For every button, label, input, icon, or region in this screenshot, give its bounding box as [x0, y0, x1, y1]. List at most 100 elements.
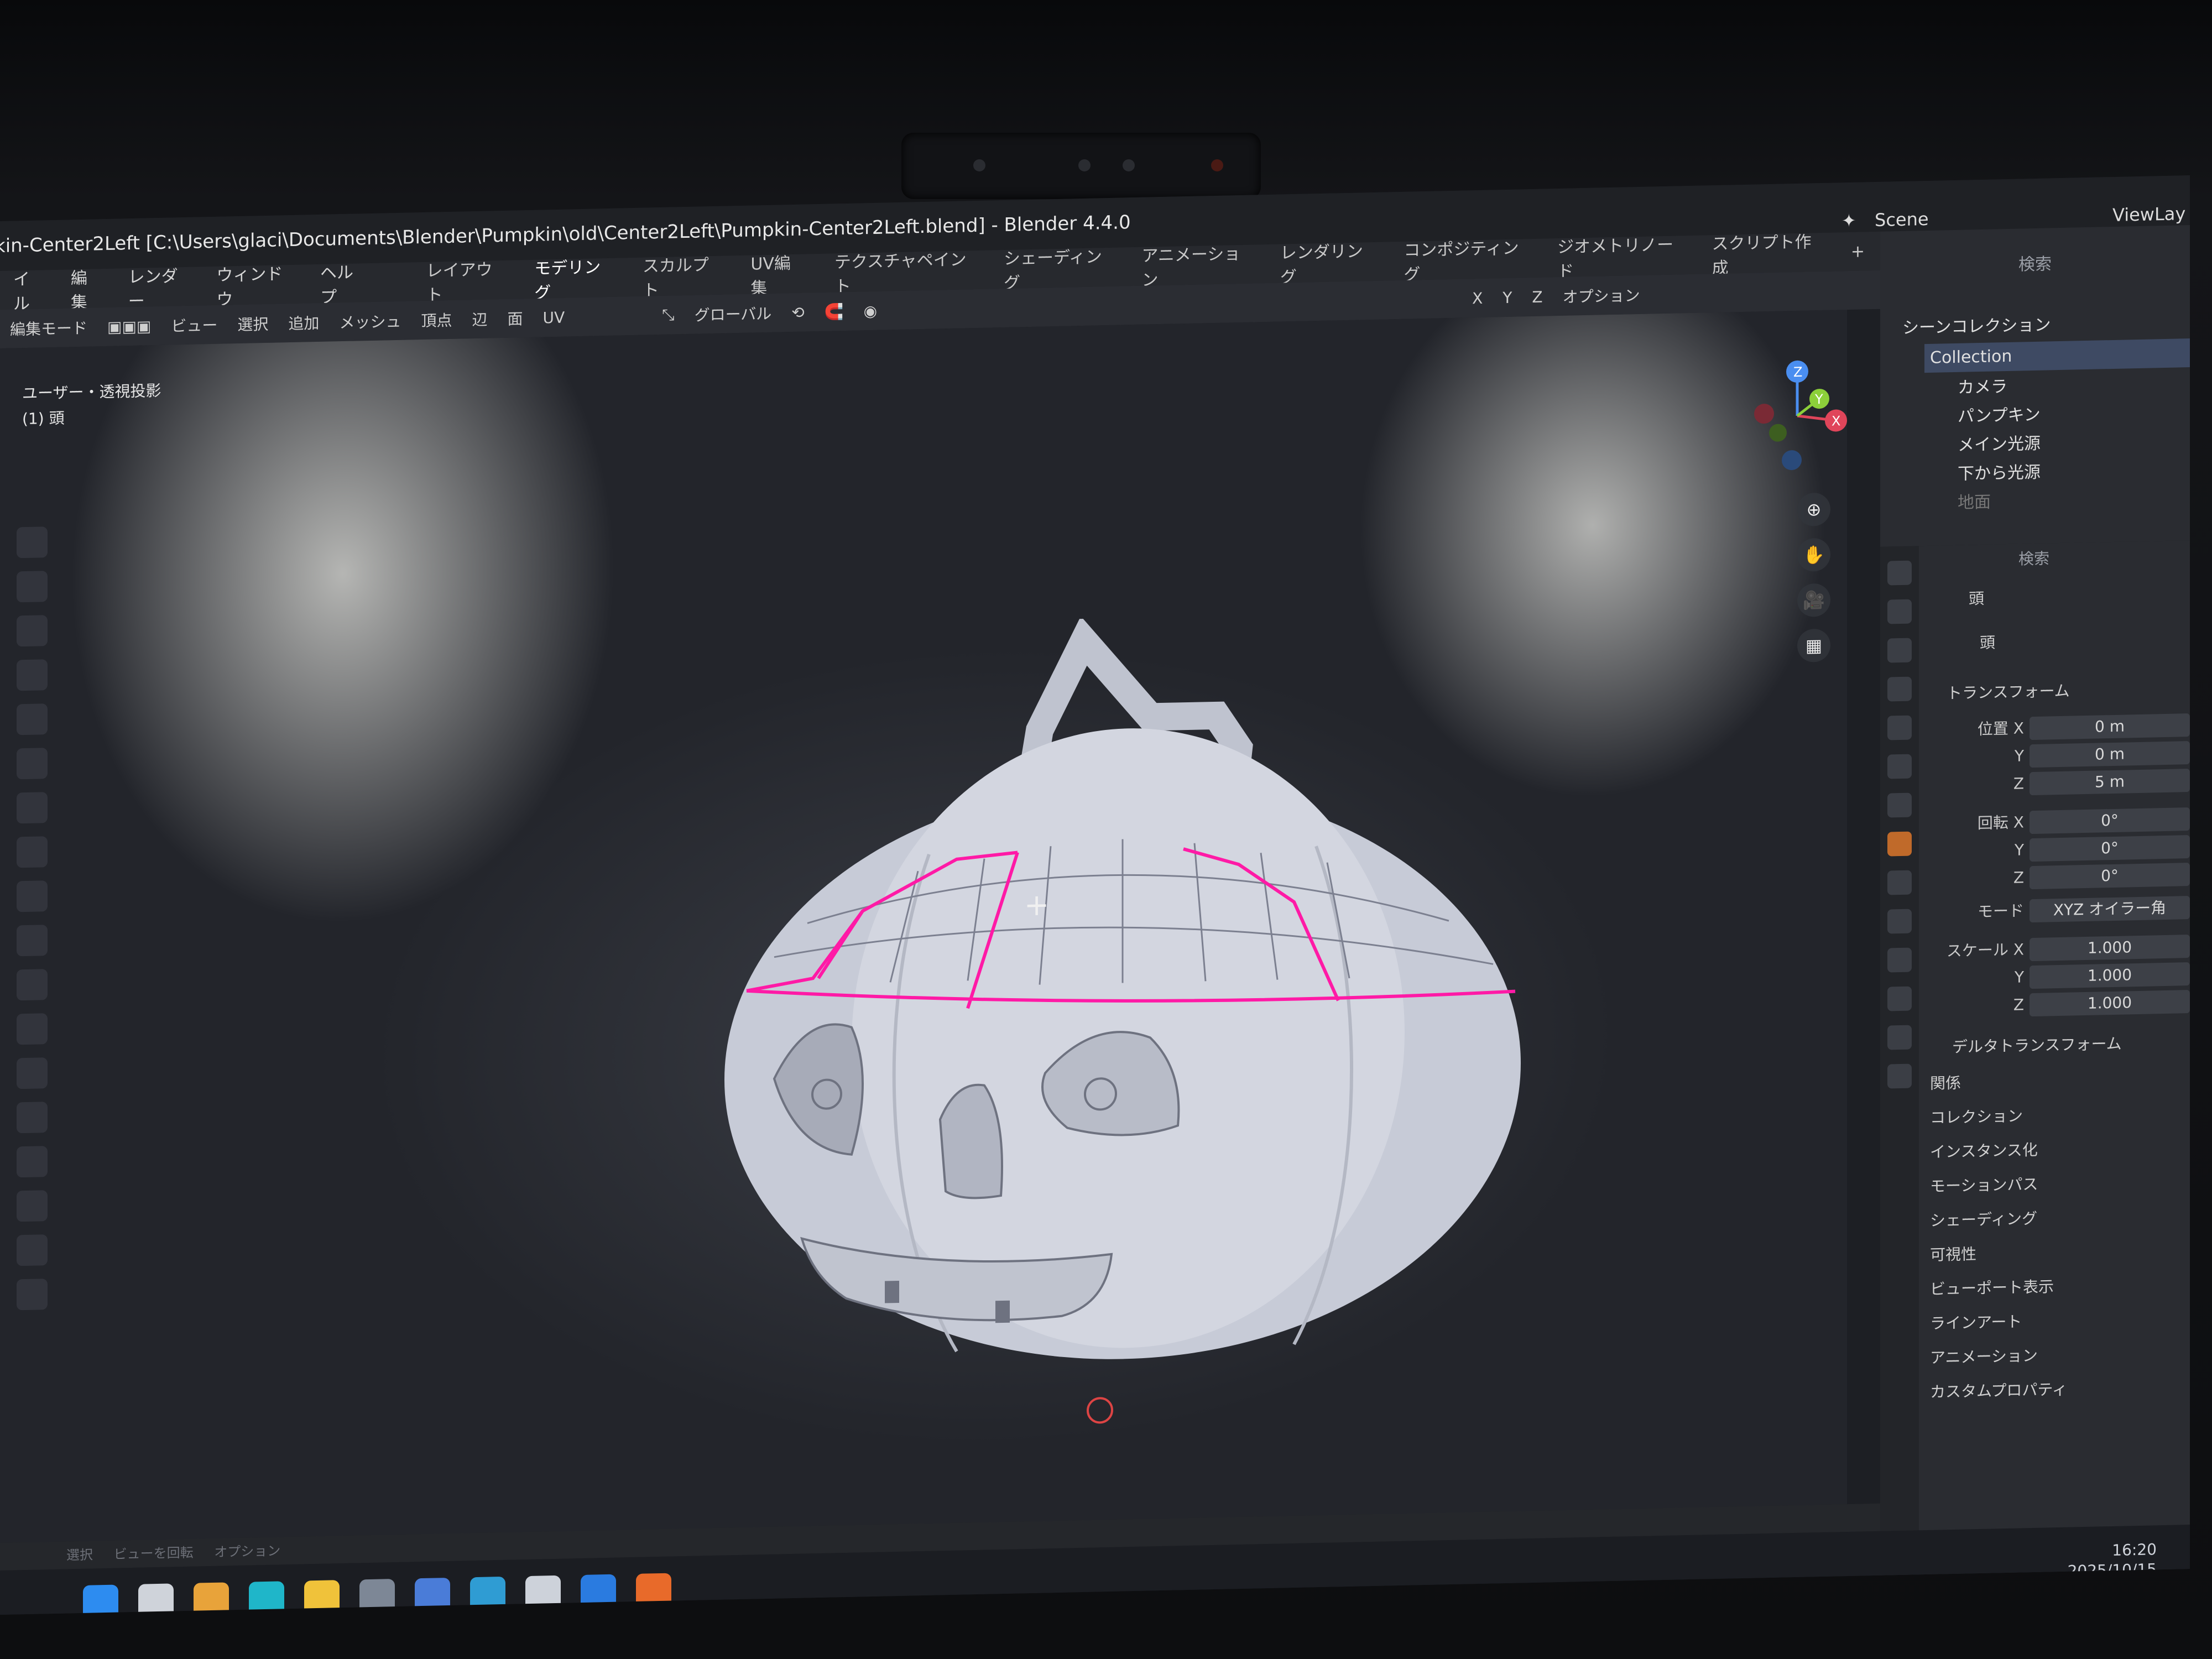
tab-modeling[interactable]: モデリング: [519, 253, 627, 304]
menu-mesh[interactable]: メッシュ: [329, 309, 411, 333]
custom-properties-panel[interactable]: カスタムプロパティ: [1930, 1374, 2068, 1408]
camera-view-icon[interactable]: 🎥: [1797, 583, 1830, 617]
spin-tool-icon[interactable]: [17, 1190, 48, 1222]
outliner-item-bottom-light[interactable]: 下から光源: [1958, 458, 2041, 489]
menu-file[interactable]: イル: [0, 265, 58, 315]
select-tool-icon[interactable]: [17, 526, 48, 559]
loop-cut-tool-icon[interactable]: [17, 1057, 48, 1089]
inset-tool-icon[interactable]: [17, 969, 48, 1001]
menu-help[interactable]: ヘルプ: [307, 258, 380, 309]
outliner-item-pumpkin[interactable]: パンプキン: [1958, 401, 2041, 431]
mirror-z[interactable]: Z: [1522, 288, 1552, 306]
view-layer-name[interactable]: ViewLay: [2112, 203, 2185, 226]
menu-select[interactable]: 選択: [227, 312, 278, 335]
collection-row[interactable]: Collection: [1924, 338, 2190, 373]
move-tool-icon[interactable]: [17, 615, 48, 647]
menu-render[interactable]: レンダー: [115, 262, 204, 312]
rotation-x-field[interactable]: 0°: [2030, 807, 2190, 834]
scene-name[interactable]: Scene: [1875, 208, 1929, 231]
scale-tool-icon[interactable]: [17, 703, 48, 735]
shading-panel[interactable]: シェーディング: [1930, 1203, 2037, 1237]
3d-cursor-icon[interactable]: [1087, 1396, 1113, 1424]
menu-window[interactable]: ウィンドウ: [203, 259, 307, 310]
modifier-tab-icon[interactable]: [1887, 870, 1912, 895]
annotate-tool-icon[interactable]: [17, 792, 48, 824]
menu-face[interactable]: 面: [497, 307, 533, 330]
motion-paths-panel[interactable]: モーションパス: [1930, 1169, 2038, 1202]
tool-tab-icon[interactable]: [1887, 560, 1912, 586]
pumpkin-mesh[interactable]: [708, 609, 1548, 1390]
navigation-gizmo[interactable]: Z X Y: [1736, 354, 1858, 478]
knife-tool-icon[interactable]: [17, 1102, 48, 1134]
relations-panel[interactable]: 関係: [1930, 1068, 1961, 1099]
data-tab-icon[interactable]: [1887, 1025, 1912, 1050]
menu-vertex[interactable]: 頂点: [411, 308, 462, 331]
task-view-icon[interactable]: [138, 1583, 174, 1615]
outliner-search[interactable]: 検索: [2018, 250, 2052, 279]
menu-edge[interactable]: 辺: [462, 307, 497, 330]
rotation-z-field[interactable]: 0°: [2030, 863, 2190, 890]
pivot-icon[interactable]: ⟲: [781, 303, 814, 322]
proportional-edit-icon[interactable]: ◉: [854, 301, 887, 320]
collections-panel[interactable]: コレクション: [1930, 1100, 2023, 1134]
properties-search[interactable]: 検索: [2018, 543, 2049, 575]
start-icon[interactable]: [83, 1584, 118, 1615]
zoom-icon[interactable]: ⊕: [1797, 492, 1830, 526]
shrink-tool-icon[interactable]: [17, 1279, 48, 1311]
location-y-field[interactable]: 0 m: [2030, 741, 2190, 768]
menu-uv[interactable]: UV: [533, 308, 575, 327]
select-mode-icons[interactable]: ▣▣▣: [97, 316, 161, 336]
output-tab-icon[interactable]: [1887, 638, 1912, 663]
extrude-tool-icon[interactable]: [17, 925, 48, 957]
rotation-mode-dropdown[interactable]: XYZ オイラー角: [2030, 896, 2190, 923]
line-art-panel[interactable]: ラインアート: [1930, 1306, 2022, 1339]
instancing-panel[interactable]: インスタンス化: [1930, 1135, 2038, 1168]
particles-tab-icon[interactable]: [1887, 909, 1912, 934]
delta-transform-panel[interactable]: デルタトランスフォーム: [1952, 1029, 2122, 1063]
measure-tool-icon[interactable]: [17, 836, 48, 868]
scene-collection-label[interactable]: シーンコレクション: [1902, 311, 2051, 343]
constraints-tab-icon[interactable]: [1887, 986, 1912, 1011]
collection-tab-icon[interactable]: [1887, 792, 1912, 818]
menu-add[interactable]: 追加: [278, 311, 329, 335]
smooth-tool-icon[interactable]: [17, 1234, 48, 1266]
material-tab-icon[interactable]: [1887, 1063, 1912, 1089]
snap-icon[interactable]: 🧲: [815, 302, 854, 321]
viewport-display-panel[interactable]: ビューポート表示: [1930, 1271, 2054, 1305]
transform-panel-header[interactable]: トランスフォーム: [1947, 676, 2070, 709]
chrome-icon[interactable]: [194, 1582, 229, 1615]
visibility-panel[interactable]: 可視性: [1930, 1239, 1976, 1271]
scale-x-field[interactable]: 1.000: [2030, 935, 2190, 962]
cursor-tool-icon[interactable]: [17, 571, 48, 603]
3d-viewport[interactable]: ユーザー・透視投影 (1) 頭 Z X Y ⊕ ✋ 🎥 ▦ +: [0, 310, 1847, 1543]
pan-hand-icon[interactable]: ✋: [1797, 538, 1830, 572]
poly-build-tool-icon[interactable]: [17, 1146, 48, 1178]
orientation-dropdown[interactable]: グローバル: [685, 301, 782, 326]
location-z-field[interactable]: 5 m: [2030, 769, 2190, 796]
location-x-field[interactable]: 0 m: [2030, 713, 2190, 740]
tab-uv-editing[interactable]: UV編集: [735, 249, 818, 299]
mirror-x[interactable]: X: [1462, 289, 1493, 307]
scene-tab-icon[interactable]: [1887, 715, 1912, 740]
mode-dropdown[interactable]: 編集モード: [0, 316, 97, 340]
transform-tool-icon[interactable]: [17, 748, 48, 780]
rotate-tool-icon[interactable]: [17, 659, 48, 691]
tab-sculpt[interactable]: スカルプト: [627, 251, 735, 301]
animation-panel[interactable]: アニメーション: [1930, 1340, 2038, 1374]
scale-y-field[interactable]: 1.000: [2030, 962, 2190, 989]
add-cube-tool-icon[interactable]: [17, 880, 48, 912]
menu-edit[interactable]: 編集: [58, 264, 115, 314]
world-tab-icon[interactable]: [1887, 754, 1912, 779]
render-tab-icon[interactable]: [1887, 599, 1912, 624]
mirror-y[interactable]: Y: [1493, 288, 1522, 307]
scale-z-field[interactable]: 1.000: [2030, 990, 2190, 1017]
view-layer-tab-icon[interactable]: [1887, 676, 1912, 702]
outliner-item-main-light[interactable]: メイン光源: [1958, 430, 2041, 460]
outliner-item-ground[interactable]: 地面: [1958, 488, 1991, 518]
bevel-tool-icon[interactable]: [17, 1013, 48, 1045]
outliner-item-camera[interactable]: カメラ: [1958, 373, 2007, 403]
physics-tab-icon[interactable]: [1887, 947, 1912, 973]
options-dropdown[interactable]: オプション: [1553, 284, 1650, 308]
add-workspace-button[interactable]: +: [1835, 241, 1880, 262]
rotation-y-field[interactable]: 0°: [2030, 835, 2190, 862]
